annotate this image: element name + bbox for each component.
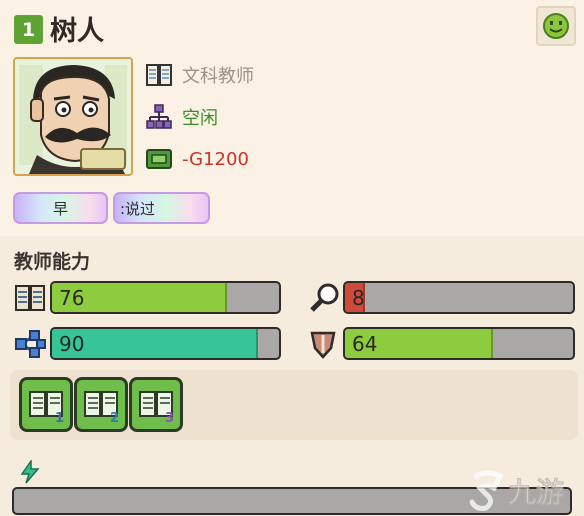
watermark-logo: 九游 [468, 468, 578, 512]
open-book-icon: 1 [29, 390, 64, 424]
level-badge: 1 [14, 15, 43, 44]
open-book-icon: 2 [84, 390, 119, 424]
mood-button[interactable] [536, 6, 576, 46]
watermark-text: 九游 [508, 476, 564, 509]
book-slot-3[interactable]: 3 [129, 377, 183, 432]
magnifier-icon [308, 281, 342, 315]
salary-row: -G1200 [146, 144, 249, 174]
lightning-icon [19, 458, 41, 484]
network-icon [13, 327, 47, 361]
teacher-subject: 文科教师 [182, 66, 254, 87]
open-book-icon [146, 62, 172, 88]
teacher-salary: -G1200 [182, 148, 249, 170]
wallet-icon [146, 146, 172, 172]
status-row: 空闲 [146, 102, 218, 132]
stat-value: 76 [59, 286, 85, 310]
teacher-avatar-image [15, 59, 131, 174]
book-icon [13, 281, 47, 315]
section-title-abilities: 教师能力 [14, 251, 91, 273]
stat-bar-communication: 90 [50, 327, 281, 360]
trait-label: :说过 [120, 199, 156, 218]
teacher-portrait[interactable] [13, 57, 133, 176]
smiley-face-icon [543, 13, 569, 39]
stat-value: 64 [352, 332, 378, 356]
stat-bar-strength: 64 [343, 327, 575, 360]
subject-row: 文科教师 [146, 60, 254, 90]
stat-bar-teaching: 76 [50, 281, 281, 314]
book-slot-number: 3 [165, 411, 174, 424]
stat-bar-research: 8 [343, 281, 575, 314]
stat-value: 8 [352, 286, 365, 310]
trait-label: 早 [52, 199, 68, 218]
shield-icon [306, 327, 340, 361]
teacher-status: 空闲 [182, 108, 218, 129]
stat-value: 90 [59, 332, 85, 356]
book-slot-1[interactable]: 1 [19, 377, 73, 432]
open-book-icon: 3 [139, 390, 174, 424]
book-slot-2[interactable]: 2 [74, 377, 128, 432]
trait-button-early[interactable]: 早 [13, 192, 108, 224]
book-slot-number: 2 [110, 411, 119, 424]
book-slot-number: 1 [55, 411, 64, 424]
trait-button-said[interactable]: :说过 [113, 192, 210, 224]
org-chart-icon [146, 104, 172, 130]
teacher-name: 树人 [50, 16, 104, 47]
